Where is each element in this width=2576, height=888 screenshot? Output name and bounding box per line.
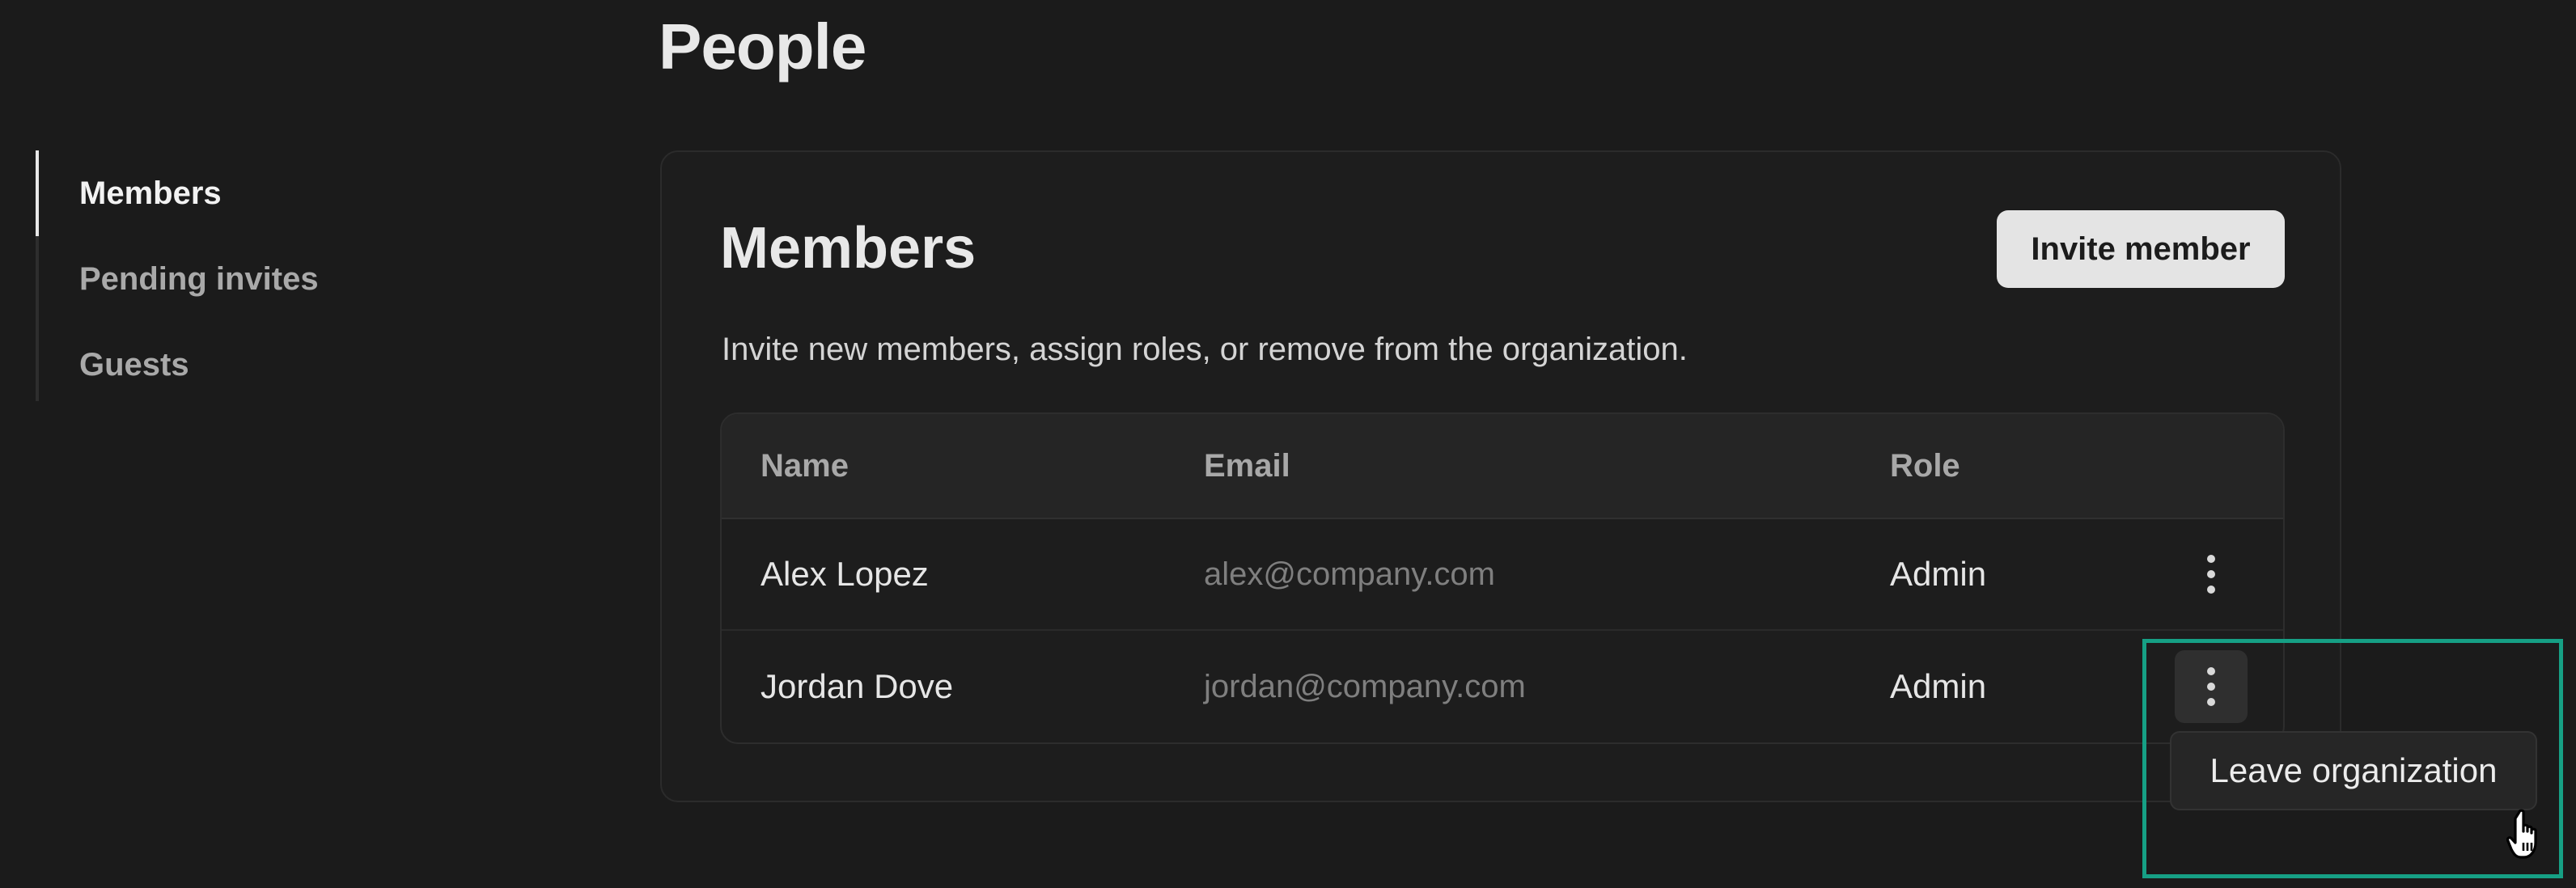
sidebar-item-guests[interactable]: Guests bbox=[39, 322, 375, 408]
sidebar-item-pending-invites[interactable]: Pending invites bbox=[39, 236, 375, 322]
members-table: Name Email Role Alex Lopez alex@company.… bbox=[720, 412, 2285, 744]
sidebar: Members Pending invites Guests bbox=[36, 150, 375, 401]
sidebar-item-members[interactable]: Members bbox=[36, 150, 375, 236]
member-email: alex@company.com bbox=[1204, 556, 1495, 592]
member-role: Admin bbox=[1890, 555, 1987, 593]
table-row: Alex Lopez alex@company.com Admin bbox=[722, 519, 2283, 631]
card-description: Invite new members, assign roles, or rem… bbox=[722, 332, 1688, 367]
members-card: Members Invite member Invite new members… bbox=[660, 150, 2341, 802]
member-email: jordan@company.com bbox=[1204, 668, 1526, 704]
more-vertical-icon bbox=[2207, 667, 2215, 706]
member-role: Admin bbox=[1890, 667, 1987, 705]
leave-organization-menu-item[interactable]: Leave organization bbox=[2170, 731, 2537, 810]
header-role: Role bbox=[1890, 447, 1960, 484]
invite-member-button[interactable]: Invite member bbox=[1997, 210, 2285, 288]
sidebar-item-label: Guests bbox=[79, 346, 189, 383]
table-row: Jordan Dove jordan@company.com Admin bbox=[722, 631, 2283, 742]
member-name: Alex Lopez bbox=[761, 555, 929, 593]
sidebar-item-label: Members bbox=[79, 175, 222, 211]
row-actions-button[interactable] bbox=[2175, 538, 2248, 611]
table-header: Name Email Role bbox=[722, 414, 2283, 519]
more-vertical-icon bbox=[2207, 555, 2215, 594]
header-name: Name bbox=[761, 447, 849, 484]
sidebar-item-label: Pending invites bbox=[79, 260, 319, 297]
row-actions-button[interactable] bbox=[2175, 650, 2248, 723]
member-name: Jordan Dove bbox=[761, 667, 954, 705]
page-title: People bbox=[659, 11, 866, 82]
header-email: Email bbox=[1204, 447, 1290, 484]
card-title: Members bbox=[720, 216, 977, 281]
hand-pointer-icon bbox=[2506, 809, 2537, 859]
